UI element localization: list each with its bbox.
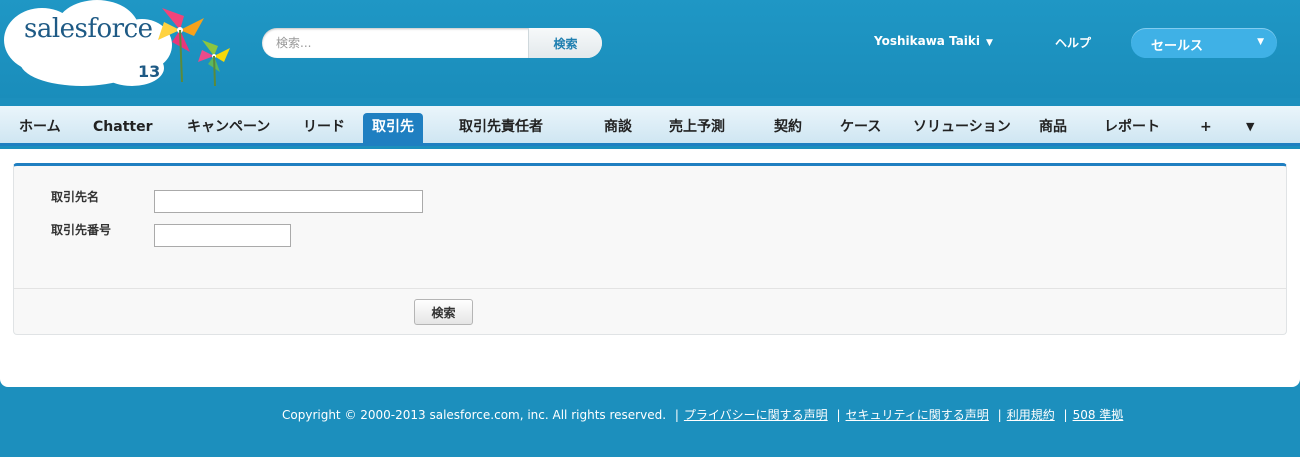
tab-campaigns[interactable]: キャンペーン <box>185 113 272 143</box>
help-link[interactable]: ヘルプ <box>1055 34 1091 51</box>
account-number-label: 取引先番号 <box>51 223 112 237</box>
user-name: Yoshikawa Taiki <box>874 34 981 48</box>
search-button[interactable]: 検索 <box>528 28 602 58</box>
divider <box>14 288 1286 289</box>
security-link[interactable]: セキュリティに関する声明 <box>846 408 989 422</box>
terms-link[interactable]: 利用規約 <box>1007 408 1055 422</box>
app-picker[interactable]: セールス ▼ <box>1131 28 1277 58</box>
tab-chatter[interactable]: Chatter <box>91 113 154 143</box>
search-form: 取引先名 取引先番号 検索 <box>13 163 1287 335</box>
tab-cases[interactable]: ケース <box>838 113 883 143</box>
plus-icon[interactable]: + <box>1198 113 1214 143</box>
header: salesforce 13 検索 Yoshikawa Taiki ▼ ヘルプ セー… <box>0 0 1300 98</box>
tab-accounts[interactable]: 取引先 <box>363 113 423 143</box>
tab-home[interactable]: ホーム <box>17 113 63 143</box>
salesforce-logo[interactable]: salesforce 13 <box>2 0 242 92</box>
app-picker-label: セールス <box>1151 39 1204 54</box>
main-content: 取引先名 取引先番号 検索 <box>0 149 1300 387</box>
global-search: 検索 <box>262 28 602 58</box>
tab-contacts[interactable]: 取引先責任者 <box>457 113 545 143</box>
logo-text: salesforce <box>24 14 153 44</box>
account-name-label: 取引先名 <box>51 190 100 204</box>
tab-leads[interactable]: リード <box>301 113 347 143</box>
footer: Copyright © 2000-2013 salesforce.com, in… <box>282 408 1124 422</box>
tab-contracts[interactable]: 契約 <box>772 113 804 143</box>
user-menu[interactable]: Yoshikawa Taiki ▼ <box>874 34 993 48</box>
search-input[interactable] <box>262 28 530 58</box>
search-submit-button[interactable]: 検索 <box>414 299 473 325</box>
account-name-field[interactable] <box>154 190 423 213</box>
chevron-down-icon[interactable]: ▼ <box>1244 113 1256 143</box>
tab-products[interactable]: 商品 <box>1037 113 1069 143</box>
tab-forecasts[interactable]: 売上予測 <box>667 113 727 143</box>
account-number-field[interactable] <box>154 224 291 247</box>
section-508-link[interactable]: 508 準拠 <box>1073 408 1124 422</box>
chevron-down-icon: ▼ <box>986 38 993 48</box>
tab-opportunities[interactable]: 商談 <box>602 113 634 143</box>
tab-reports[interactable]: レポート <box>1102 113 1162 143</box>
privacy-link[interactable]: プライバシーに関する声明 <box>684 408 828 422</box>
tab-solutions[interactable]: ソリューション <box>911 113 1013 143</box>
chevron-down-icon: ▼ <box>1257 37 1264 47</box>
copyright-text: Copyright © 2000-2013 salesforce.com, in… <box>282 408 667 422</box>
logo-version: 13 <box>138 62 161 81</box>
tab-bar: ホーム Chatter キャンペーン リード 取引先 取引先責任者 商談 売上予… <box>0 106 1300 146</box>
